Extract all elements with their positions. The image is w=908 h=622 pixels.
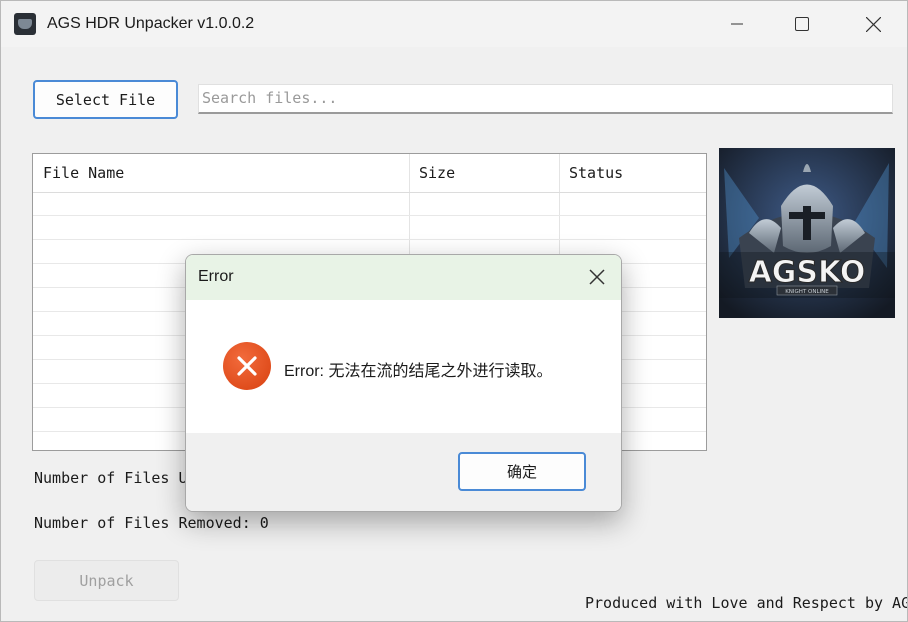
maximize-icon <box>795 17 809 31</box>
minimize-icon <box>731 23 743 25</box>
row-divider <box>33 215 706 216</box>
maximize-button[interactable] <box>779 1 825 47</box>
title-bar: AGS HDR Unpacker v1.0.0.2 <box>1 1 907 47</box>
header-divider <box>33 192 706 193</box>
banner-subtitle: KNIGHT ONLINE <box>785 289 829 295</box>
error-message: Error: 无法在流的结尾之外进行读取。 <box>284 363 553 380</box>
app-window: AGS HDR Unpacker v1.0.0.2 Select File Se… <box>0 0 908 622</box>
select-file-button[interactable]: Select File <box>33 80 178 119</box>
app-icon <box>14 13 36 35</box>
close-button[interactable] <box>850 1 896 47</box>
dialog-title: Error <box>198 268 234 285</box>
close-icon <box>865 16 881 32</box>
ok-button[interactable]: 确定 <box>458 452 586 491</box>
window-title: AGS HDR Unpacker v1.0.0.2 <box>47 15 255 32</box>
error-icon <box>223 342 271 390</box>
minimize-button[interactable] <box>714 1 760 47</box>
error-dialog: Error Error: 无法在流的结尾之外进行读取。 确定 <box>185 254 622 512</box>
column-header-status[interactable]: Status <box>559 154 706 192</box>
banner-title: AGSKO <box>749 255 866 290</box>
search-input[interactable]: Search files... <box>198 84 893 114</box>
knight-logo: AGSKO KNIGHT ONLINE <box>719 148 895 318</box>
column-header-file-name[interactable]: File Name <box>33 154 409 192</box>
files-unpacked-counter: Number of Files U <box>34 469 188 487</box>
footer-credit: Produced with Love and Respect by AG <box>585 594 908 612</box>
row-divider <box>33 239 706 240</box>
dialog-title-bar: Error <box>186 255 621 300</box>
files-removed-counter: Number of Files Removed: 0 <box>34 514 269 532</box>
dialog-close-button[interactable] <box>587 267 607 287</box>
unpack-button[interactable]: Unpack <box>34 560 179 601</box>
column-header-size[interactable]: Size <box>409 154 559 192</box>
close-icon <box>589 269 605 285</box>
agsko-banner-image: AGSKO KNIGHT ONLINE <box>719 148 895 318</box>
